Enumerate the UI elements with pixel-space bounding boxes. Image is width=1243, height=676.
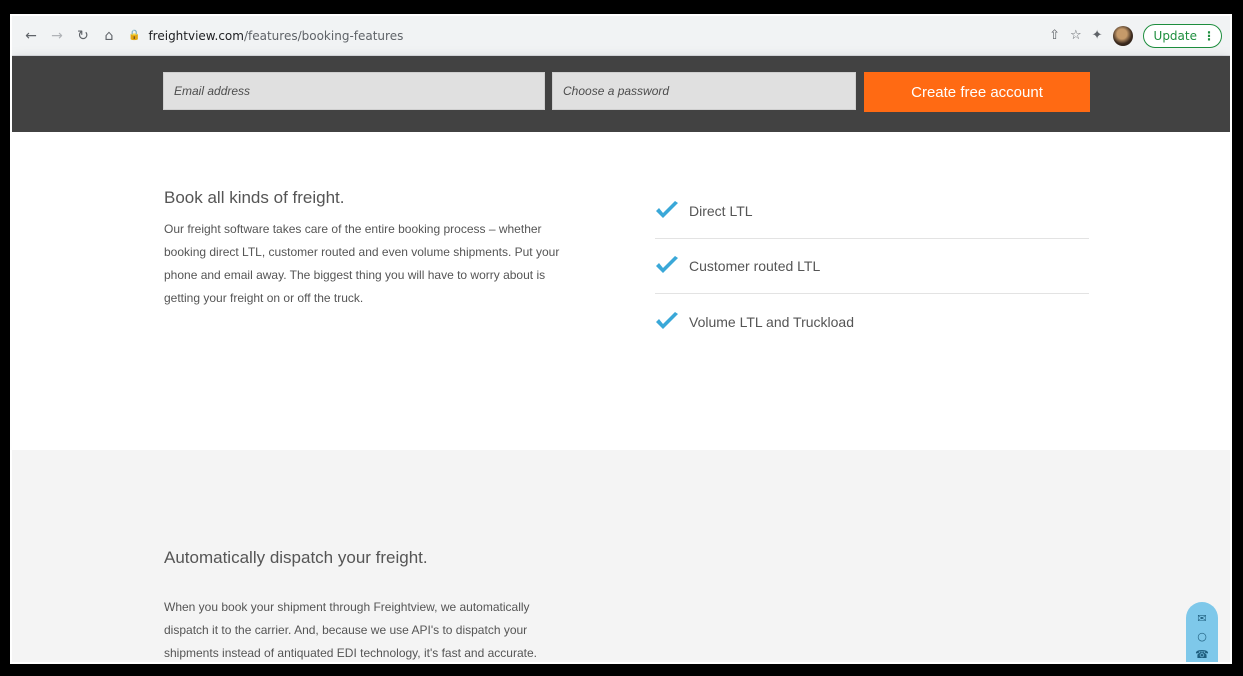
browser-window: ← → ↻ ⌂ 🔒 freightview.com/features/booki… [10, 14, 1232, 664]
profile-avatar[interactable] [1112, 25, 1133, 46]
list-item: Direct LTL [655, 184, 1089, 239]
feature-label: Volume LTL and Truckload [689, 313, 854, 330]
checkmark-icon [656, 311, 678, 329]
feature-label: Customer routed LTL [689, 258, 821, 274]
signup-band: Email address Choose a password Create f… [12, 56, 1230, 132]
dispatch-title: Automatically dispatch your freight. [164, 548, 428, 567]
password-placeholder: Choose a password [563, 84, 670, 98]
back-icon[interactable]: ← [20, 25, 42, 47]
kebab-menu-icon: ⋮ [1203, 28, 1215, 43]
phone-icon[interactable]: ☎ [1195, 648, 1209, 662]
update-label: Update [1153, 28, 1197, 43]
share-icon[interactable]: ⇧ [1049, 28, 1060, 43]
dispatch-paragraph-line: dispatch it to the carrier. And, because… [164, 623, 528, 637]
list-item: Volume LTL and Truckload [655, 294, 1089, 349]
email-placeholder: Email address [174, 84, 251, 98]
dispatch-paragraph: When you book your shipment through Frei… [164, 596, 604, 662]
booking-paragraph-line: booking direct LTL, customer routed and … [164, 245, 560, 259]
dispatch-section: Automatically dispatch your freight. Whe… [12, 450, 1230, 662]
bookmark-star-icon[interactable]: ☆ [1070, 28, 1082, 43]
checkmark-icon [656, 201, 678, 218]
dispatch-paragraph-line: When you book your shipment through Frei… [164, 600, 530, 614]
email-field[interactable]: Email address [163, 72, 545, 110]
password-field[interactable]: Choose a password [552, 72, 856, 110]
feature-list: Direct LTL Customer routed LTL Volume LT… [655, 184, 1089, 349]
list-item: Customer routed LTL [655, 239, 1089, 294]
booking-paragraph-line: getting your freight on or off the truck… [164, 291, 364, 305]
booking-paragraph-line: Our freight software takes care of the e… [164, 222, 542, 236]
booking-section: Book all kinds of freight. Our freight s… [12, 132, 1230, 450]
create-account-button[interactable]: Create free account [864, 72, 1090, 112]
chat-icon[interactable]: ○ [1197, 630, 1207, 644]
url-path: /features/booking-features [243, 28, 404, 43]
lock-icon: 🔒 [128, 30, 141, 41]
mail-icon[interactable]: ✉ [1197, 612, 1206, 626]
address-bar[interactable]: 🔒 freightview.com/features/booking-featu… [128, 22, 1049, 50]
feature-label: Direct LTL [689, 203, 753, 219]
url-host: freightview.com [148, 28, 244, 43]
checkmark-icon [656, 256, 678, 273]
booking-paragraph: Our freight software takes care of the e… [164, 218, 604, 310]
home-icon[interactable]: ⌂ [98, 25, 120, 47]
dispatch-paragraph-line: shipments instead of antiquated EDI tech… [164, 646, 537, 660]
booking-paragraph-line: phone and email away. The biggest thing … [164, 268, 546, 282]
reload-icon[interactable]: ↻ [72, 25, 94, 47]
extensions-puzzle-icon[interactable]: ✦ [1092, 28, 1103, 43]
browser-toolbar: ← → ↻ ⌂ 🔒 freightview.com/features/booki… [12, 16, 1230, 56]
update-button[interactable]: Update ⋮ [1142, 23, 1222, 48]
booking-title: Book all kinds of freight. [164, 188, 345, 207]
forward-icon[interactable]: → [46, 25, 68, 47]
contact-widget[interactable]: ✉ ○ ☎ [1186, 602, 1218, 662]
